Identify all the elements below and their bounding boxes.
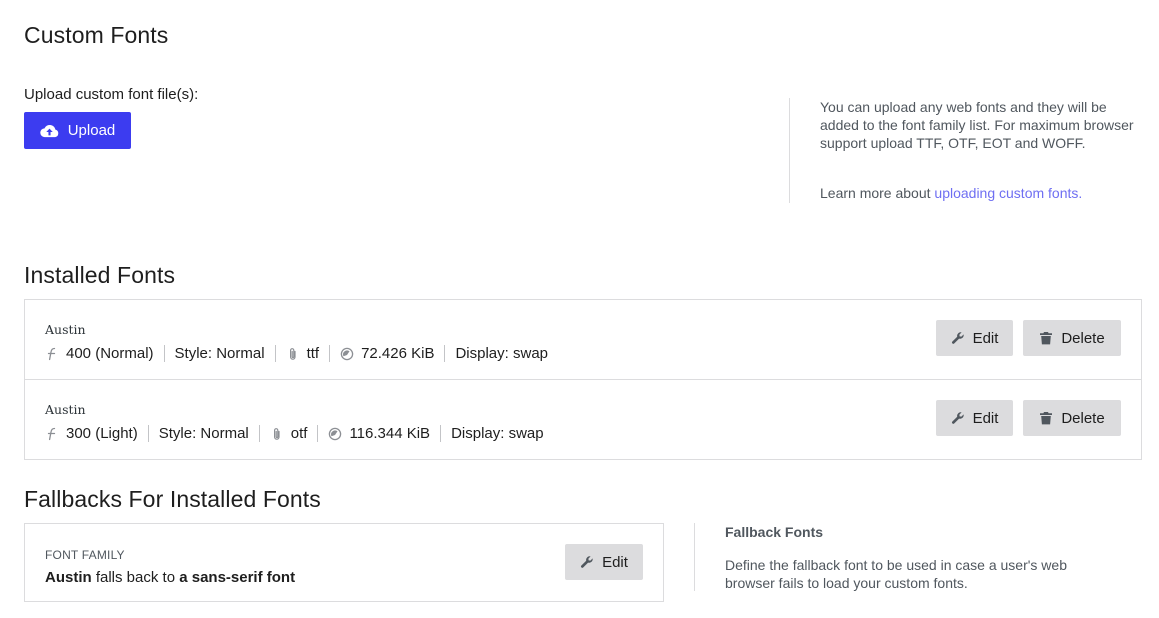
edit-button-label: Edit (602, 553, 628, 571)
edit-button-label: Edit (972, 409, 999, 427)
fallbacks-title: Fallbacks For Installed Fonts (24, 486, 321, 512)
upload-label: Upload custom font file(s): (24, 86, 199, 103)
edit-button[interactable]: Edit (936, 400, 1013, 436)
font-display: Display: swap (455, 345, 549, 362)
wrench-icon (951, 412, 964, 424)
font-row: Austin 400 (Normal) Style: Normal ttf 72… (25, 300, 1141, 380)
divider (694, 523, 695, 591)
font-format: ttf (306, 345, 320, 362)
fallback-help-title: Fallback Fonts (725, 524, 824, 540)
meta-separator (274, 345, 276, 362)
wrench-icon (951, 332, 964, 344)
installed-fonts-list: Austin 400 (Normal) Style: Normal ttf 72… (24, 299, 1142, 460)
meta-separator (440, 425, 442, 442)
installed-fonts-title: Installed Fonts (24, 262, 176, 288)
fallback-font: a sans-serif font (179, 569, 296, 586)
fallback-description: Austin falls back to a sans-serif font (45, 569, 295, 586)
meta-separator (317, 425, 319, 442)
edit-button-label: Edit (972, 329, 999, 347)
font-weight-icon (47, 427, 56, 440)
meta-separator (444, 345, 446, 362)
edit-button[interactable]: Edit (936, 320, 1013, 356)
paperclip-icon (289, 347, 296, 360)
meta-separator (163, 345, 165, 362)
upload-help-text: You can upload any web fonts and they wi… (820, 99, 1134, 151)
font-name: Austin (45, 402, 86, 417)
font-row: Austin 300 (Light) Style: Normal otf 116… (25, 380, 1141, 460)
delete-button[interactable]: Delete (1023, 320, 1121, 356)
trash-icon (1040, 332, 1053, 345)
page-title: Custom Fonts (24, 22, 169, 48)
upload-button-label: Upload (67, 122, 116, 139)
font-meta: 400 (Normal) Style: Normal ttf 72.426 Ki… (45, 345, 548, 362)
trash-icon (1040, 412, 1053, 425)
gauge-icon (340, 347, 354, 360)
wrench-icon (581, 556, 593, 568)
cloud-upload-icon (40, 124, 58, 137)
upload-button[interactable]: Upload (24, 112, 131, 149)
font-size: 116.344 KiB (349, 425, 431, 442)
font-weight: 300 (Light) (66, 425, 138, 442)
delete-button-label: Delete (1061, 329, 1105, 347)
meta-separator (258, 425, 260, 442)
font-size: 72.426 KiB (361, 345, 435, 362)
font-family-label: FONT FAMILY (45, 548, 125, 562)
fallback-edit-button[interactable]: Edit (565, 544, 643, 580)
uploading-custom-fonts-link[interactable]: uploading custom fonts. (934, 185, 1082, 201)
delete-button[interactable]: Delete (1023, 400, 1121, 436)
delete-button-label: Delete (1061, 409, 1105, 427)
font-meta: 300 (Light) Style: Normal otf 116.344 Ki… (45, 425, 544, 442)
meta-separator (147, 425, 149, 442)
font-style: Style: Normal (174, 345, 265, 362)
font-display: Display: swap (451, 425, 544, 442)
paperclip-icon (273, 427, 280, 440)
fallback-connector: falls back to (91, 569, 180, 586)
font-format: otf (290, 425, 308, 442)
learn-more-prefix: Learn more about (820, 185, 935, 201)
gauge-icon (329, 427, 342, 440)
divider (789, 98, 790, 203)
fallback-card: FONT FAMILY Austin falls back to a sans-… (24, 523, 664, 602)
fallback-help-text: Define the fallback font to be used in c… (725, 557, 1067, 591)
fallback-family: Austin (45, 569, 92, 586)
meta-separator (329, 345, 331, 362)
learn-more-text: Learn more about uploading custom fonts. (820, 185, 1082, 201)
font-weight-icon (47, 347, 56, 360)
font-weight: 400 (Normal) (66, 345, 154, 362)
font-style: Style: Normal (158, 425, 249, 442)
font-name: Austin (45, 322, 86, 337)
